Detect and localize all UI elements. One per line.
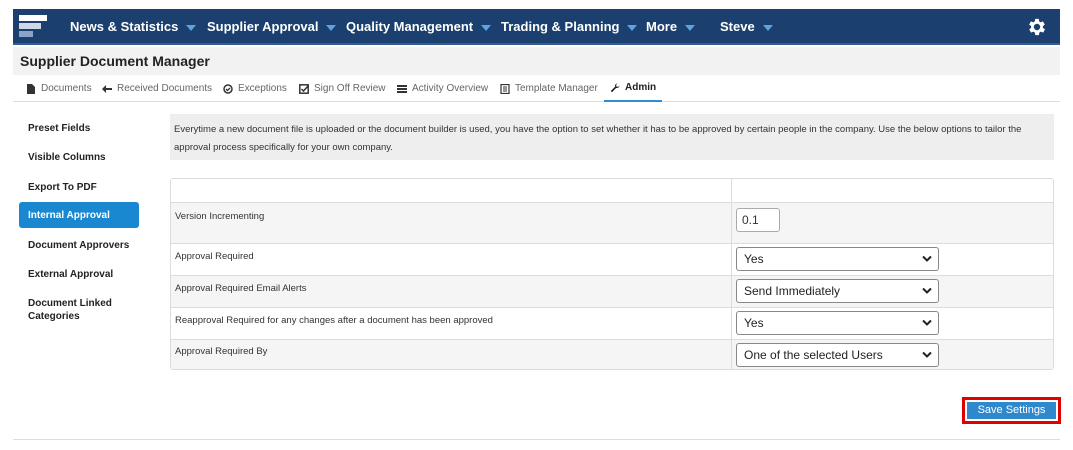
nav-news-statistics[interactable]: News & Statistics xyxy=(70,9,197,45)
select-value: Yes xyxy=(744,316,764,330)
table-row: Approval Required Email Alerts Send Imme… xyxy=(171,275,1053,307)
tab-label: Documents xyxy=(41,83,92,94)
table-row: Reapproval Required for any changes afte… xyxy=(171,307,1053,339)
chevron-down-icon xyxy=(922,351,932,358)
info-description: Everytime a new document file is uploade… xyxy=(170,114,1054,160)
table-header-row xyxy=(171,179,1053,203)
approval-required-label: Approval Required xyxy=(175,251,254,262)
chevron-down-icon xyxy=(481,24,492,31)
file-icon xyxy=(27,84,35,94)
column-divider xyxy=(731,308,732,339)
chevron-down-icon xyxy=(326,24,337,31)
chevron-down-icon xyxy=(186,24,197,31)
sidebar-item-document-approvers[interactable]: Document Approvers xyxy=(19,239,139,252)
nav-label: Supplier Approval xyxy=(207,19,319,34)
tab-activity-overview[interactable]: Activity Overview xyxy=(397,76,488,102)
select-value: Send Immediately xyxy=(744,284,841,298)
footer-divider xyxy=(13,439,1060,440)
nav-user-menu[interactable]: Steve xyxy=(720,9,773,45)
settings-table: Version Incrementing 0.1 Approval Requir… xyxy=(170,178,1054,370)
column-divider xyxy=(731,276,732,307)
nav-more[interactable]: More xyxy=(646,9,696,45)
tab-label: Exceptions xyxy=(238,83,287,94)
nav-trading-planning[interactable]: Trading & Planning xyxy=(501,9,638,45)
arrow-left-icon xyxy=(102,85,112,93)
chevron-down-icon xyxy=(627,24,638,31)
select-value: One of the selected Users xyxy=(744,348,883,362)
nav-quality-management[interactable]: Quality Management xyxy=(346,9,492,45)
version-incrementing-label: Version Incrementing xyxy=(175,211,265,222)
chevron-down-icon xyxy=(922,255,932,262)
check-circle-icon xyxy=(223,84,233,94)
column-divider xyxy=(731,203,732,243)
app-logo[interactable] xyxy=(19,13,47,41)
sidebar-item-document-linked-categories[interactable]: Document Linked Categories xyxy=(19,297,129,323)
column-divider xyxy=(731,179,732,203)
nav-label: Quality Management xyxy=(346,19,474,34)
document-icon xyxy=(500,84,510,94)
select-value: Yes xyxy=(744,252,764,266)
chevron-down-icon xyxy=(922,287,932,294)
reapproval-select[interactable]: Yes xyxy=(736,311,939,335)
table-row: Version Incrementing 0.1 xyxy=(171,202,1053,243)
page-title: Supplier Document Manager xyxy=(20,53,210,69)
tab-admin[interactable]: Admin xyxy=(604,76,663,102)
nav-label: More xyxy=(646,19,678,34)
email-alerts-select[interactable]: Send Immediately xyxy=(736,279,939,303)
version-incrementing-input[interactable]: 0.1 xyxy=(736,208,780,232)
sidebar-item-preset-fields[interactable]: Preset Fields xyxy=(19,122,139,135)
table-row: Approval Required By One of the selected… xyxy=(171,339,1053,369)
tab-exceptions[interactable]: Exceptions xyxy=(223,76,287,102)
sidebar-item-visible-columns[interactable]: Visible Columns xyxy=(19,151,139,164)
save-button-highlight: Save Settings xyxy=(962,397,1061,424)
tab-label: Activity Overview xyxy=(412,83,489,94)
approval-required-select[interactable]: Yes xyxy=(736,247,939,271)
nav-label: Trading & Planning xyxy=(501,19,620,34)
approval-required-by-label: Approval Required By xyxy=(175,346,268,357)
gear-icon[interactable] xyxy=(1026,16,1048,38)
tab-received-documents[interactable]: Received Documents xyxy=(102,76,212,102)
chevron-down-icon xyxy=(922,319,932,326)
sidebar-item-external-approval[interactable]: External Approval xyxy=(19,268,139,281)
tab-label: Received Documents xyxy=(117,83,213,94)
tab-template-manager[interactable]: Template Manager xyxy=(500,76,598,102)
list-icon xyxy=(397,85,407,93)
tab-bar: Documents Received Documents Exceptions … xyxy=(13,76,1060,102)
page-header: Supplier Document Manager xyxy=(13,47,1060,75)
wrench-icon xyxy=(610,83,620,93)
sidebar-item-internal-approval[interactable]: Internal Approval xyxy=(19,202,139,228)
top-nav-bar: News & Statistics Supplier Approval Qual… xyxy=(13,9,1060,45)
check-square-icon xyxy=(299,84,309,94)
tab-label: Admin xyxy=(625,82,657,93)
nav-label: Steve xyxy=(720,19,755,34)
reapproval-label: Reapproval Required for any changes afte… xyxy=(175,315,493,326)
chevron-down-icon xyxy=(685,24,696,31)
tab-label: Template Manager xyxy=(515,83,598,94)
tab-label: Sign Off Review xyxy=(314,83,386,94)
sidebar-item-export-to-pdf[interactable]: Export To PDF xyxy=(19,181,139,194)
save-settings-button[interactable]: Save Settings xyxy=(967,402,1056,419)
email-alerts-label: Approval Required Email Alerts xyxy=(175,283,307,294)
nav-supplier-approval[interactable]: Supplier Approval xyxy=(207,9,337,45)
table-row: Approval Required Yes xyxy=(171,243,1053,275)
approval-required-by-select[interactable]: One of the selected Users xyxy=(736,343,939,367)
tab-documents[interactable]: Documents xyxy=(26,76,92,102)
tab-sign-off-review[interactable]: Sign Off Review xyxy=(299,76,386,102)
nav-label: News & Statistics xyxy=(70,19,179,34)
column-divider xyxy=(731,340,732,369)
column-divider xyxy=(731,244,732,275)
chevron-down-icon xyxy=(762,24,773,31)
